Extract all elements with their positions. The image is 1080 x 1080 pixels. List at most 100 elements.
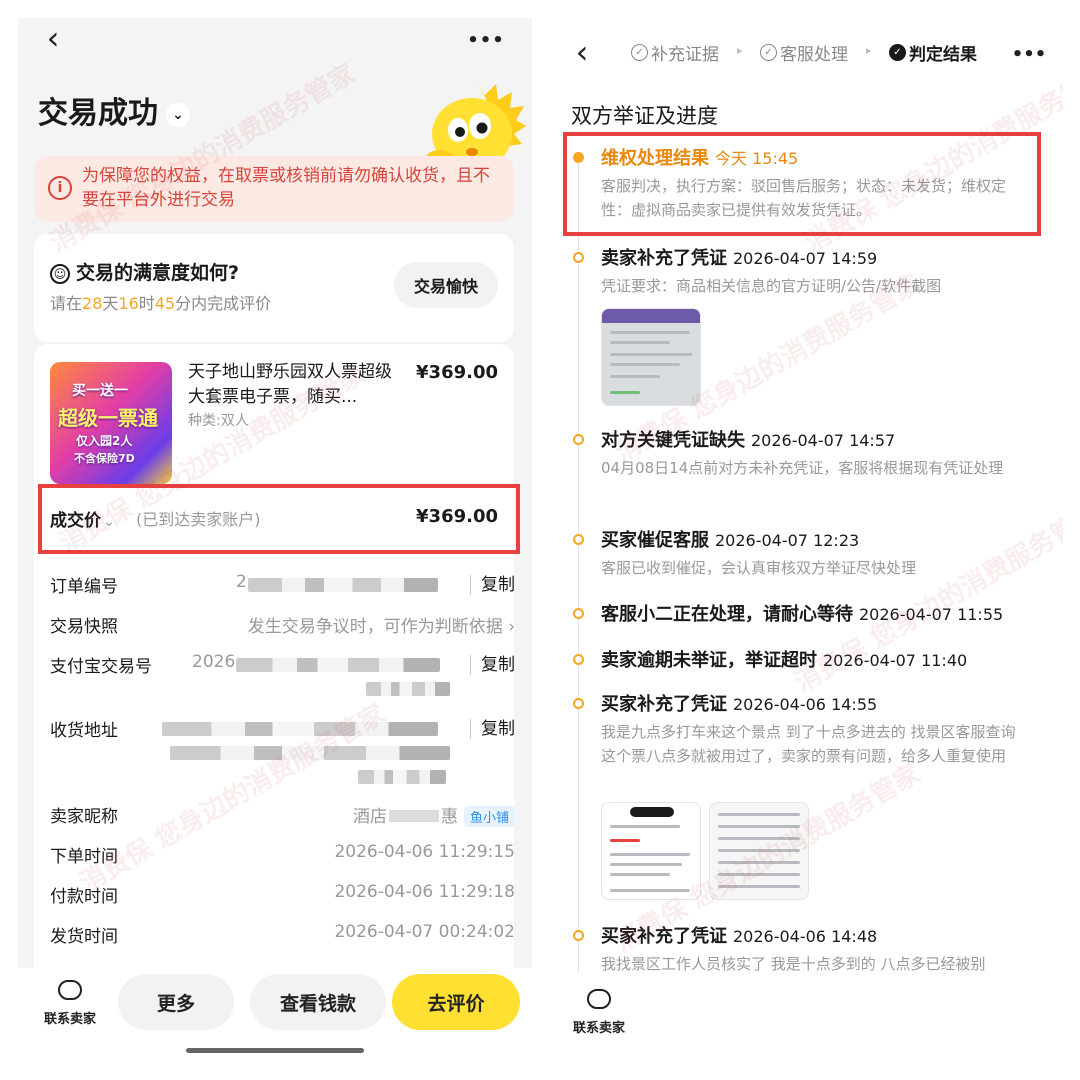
contact-seller-button[interactable]: 联系卖家 [38,980,102,1027]
check-circle-icon: ✓ [889,44,906,61]
info-key: 付款时间 [50,887,118,907]
timeline-dot [573,654,584,665]
home-indicator [186,1048,364,1053]
bottom-action-bar: 联系卖家 [553,973,1063,1062]
timeline-title: 卖家补充了凭证 2026-04-07 14:59 [601,244,877,270]
seller-name-part: 惠 [440,807,458,827]
step-supplement-evidence[interactable]: ✓ 补充证据 [631,40,719,65]
copy-button[interactable]: 复制 [470,575,515,595]
timeline-body: 凭证要求：商品相关信息的官方证明/公告/软件截图 [601,277,942,295]
thumb-line [610,341,670,344]
satisfaction-title: ☺ 交易的满意度如何? [50,258,239,285]
timeline-item: 卖家补充了凭证 2026-04-07 14:59 凭证要求：商品相关信息的官方证明… [553,244,1063,424]
chat-bubble-icon [587,989,611,1009]
thumb-line [718,873,800,876]
seller-name-part: 酒店 [352,807,387,827]
view-money-button[interactable]: 查看钱款 [250,974,386,1030]
thumb-line [610,873,670,876]
page-title-text: 交易成功 [38,96,158,131]
back-icon[interactable]: ‹ [38,19,68,57]
redacted-value [366,682,450,696]
timeline-title: 买家补充了凭证 2026-04-06 14:48 [601,922,877,948]
page-title[interactable]: 交易成功 ⌄ [38,88,190,132]
order-time-row: 下单时间 2026-04-06 11:29:15 [50,842,515,872]
happy-trade-button[interactable]: 交易愉快 [394,262,498,308]
chat-bubble-icon [58,980,82,1000]
thumb-line [610,853,690,856]
more-icon[interactable]: ••• [1009,36,1049,72]
timeline-title: 买家催促客服 2026-04-07 12:23 [601,526,859,552]
evidence-thumbnail[interactable] [601,802,701,900]
timeline-item: 对方关键凭证缺失 2026-04-07 14:57 04月08日14点前对方未补充… [553,426,1063,506]
timeline-dot [573,434,584,445]
redacted-value [236,658,440,672]
review-button[interactable]: 去评价 [392,974,520,1030]
timeline-time: 2026-04-07 14:57 [751,431,896,450]
deadline-suffix: 分内完成评价 [175,294,272,313]
timeline-title: 对方关键凭证缺失 2026-04-07 14:57 [601,426,895,452]
timeline-dot [573,534,584,545]
redacted-value [358,770,446,784]
timeline-title: 买家补充了凭证 2026-04-06 14:55 [601,690,877,716]
protection-notice: i 为保障您的权益，在取票或核销前请勿确认收货，且不要在平台外进行交易 [34,156,514,222]
thumb-line [610,825,680,828]
screenshot-frame: ‹ ••• 交易成功 ⌄ i 为保障您的权益，在取票或核销前请勿确认收货，且不要在… [0,0,1080,1080]
info-key: 订单编号 [50,577,118,597]
contact-seller-button[interactable]: 联系卖家 [567,989,631,1036]
product-price: ¥369.00 [416,362,498,383]
timeline-title-text: 卖家逾期未举证，举证超时 [601,650,817,671]
redacted-value [162,722,438,736]
section-title: 双方举证及进度 [571,104,718,128]
redacted-value [248,578,438,592]
redacted-value [388,810,439,822]
thumb-line [718,885,800,888]
alipay-trade-value: 2026 [192,652,236,672]
smile-icon: ☺ [50,263,70,284]
order-time-value: 2026-04-06 11:29:15 [334,842,515,862]
timeline-time: 2026-04-07 11:55 [859,605,1004,624]
timeline-dot [573,252,584,263]
info-key: 交易快照 [50,617,118,637]
snapshot-row[interactable]: 交易快照 发生交易争议时，可作为判断依据 › [50,612,515,642]
timeline-time: 2026-04-06 14:48 [733,927,878,946]
thumb-line [610,391,640,394]
info-key: 收货地址 [50,721,118,741]
step-separator-icon: ▸ [866,44,872,57]
seller-name-value[interactable]: 酒店 惠鱼小铺 [353,802,515,827]
timeline-body: 我是九点多打车来这个景点 到了十点多进去的 找景区客服查询这个票八点多就被用过了… [601,723,1016,765]
ship-time-row: 发货时间 2026-04-07 00:24:02 [50,922,515,952]
check-circle-icon: ✓ [760,44,777,61]
deadline-days: 28 [82,294,103,313]
deadline-minutes: 45 [154,294,176,313]
deadline-hours-unit: 时 [138,294,155,313]
timeline-item: 客服小二正在处理，请耐心等待 2026-04-07 11:55 [553,600,1063,630]
timeline-title-text: 买家催促客服 [601,530,709,551]
satisfaction-title-text: 交易的满意度如何? [76,262,240,284]
copy-button[interactable]: 复制 [470,655,515,675]
highlight-box [563,132,1041,236]
product-image-text: 超级一票通 [58,406,158,430]
timeline-dot [573,608,584,619]
contact-seller-label: 联系卖家 [43,1012,96,1027]
thumb-line [718,849,800,852]
product-image[interactable]: 买一送一 超级一票通 仅入园2人 不含保险7D [50,362,172,484]
evidence-thumbnail[interactable] [601,308,701,406]
evidence-thumbnail[interactable] [709,802,809,900]
step-label: 客服处理 [780,45,848,65]
product-name[interactable]: 天子地山野乐园双人票超级大套票电子票，随买... [188,360,403,410]
copy-button[interactable]: 复制 [470,719,515,739]
timeline-time: 2026-04-07 11:40 [823,651,968,670]
bottom-action-bar: 联系卖家 更多 查看钱款 去评价 [18,968,532,1062]
more-icon[interactable]: ••• [466,22,506,58]
address-row: 收货地址 复制 [50,716,515,786]
info-key: 支付宝交易号 [50,657,152,677]
step-label: 判定结果 [909,45,977,65]
shop-badge: 鱼小铺 [463,806,515,827]
step-judgement-result[interactable]: ✓ 判定结果 [889,40,977,65]
thumb-line [610,331,690,334]
thumb-line [610,863,682,866]
back-icon[interactable]: ‹ [567,33,597,71]
more-button[interactable]: 更多 [118,974,234,1030]
timeline-item: 买家补充了凭证 2026-04-06 14:55 我是九点多打车来这个景点 到了十… [553,690,1063,920]
step-service-processing[interactable]: ✓ 客服处理 [760,40,848,65]
